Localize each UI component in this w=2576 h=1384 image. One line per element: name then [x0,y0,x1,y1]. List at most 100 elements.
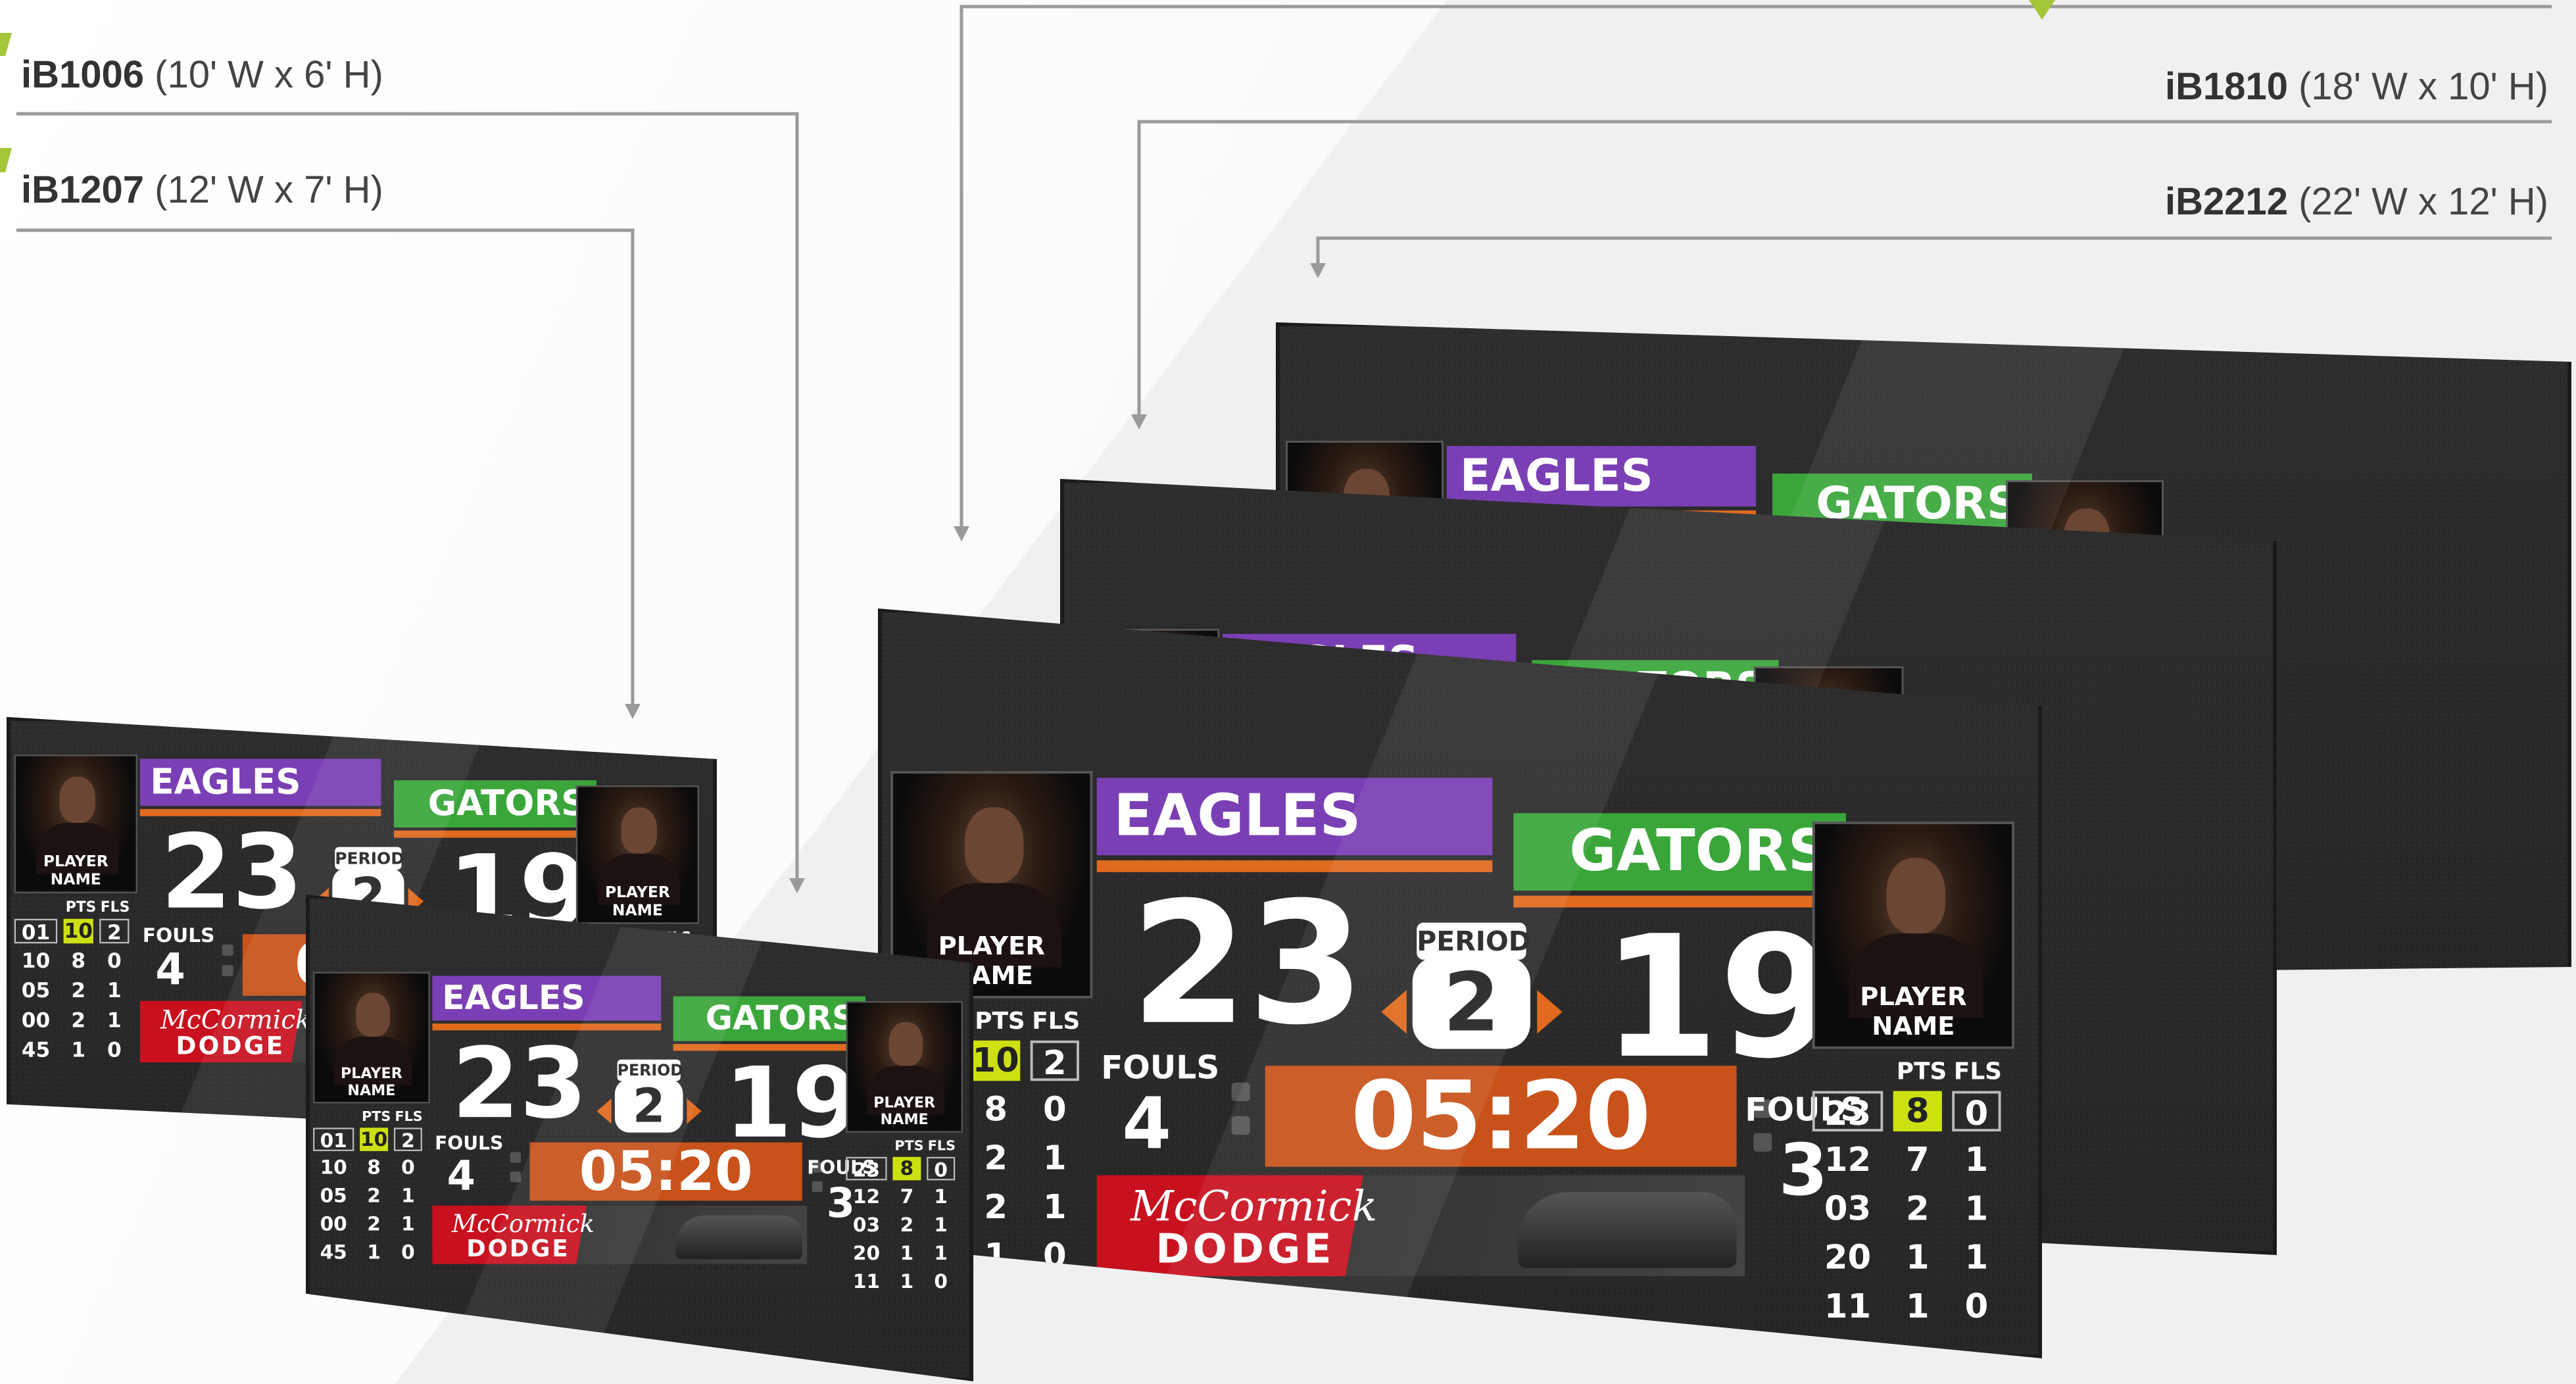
scoreboard-large: PLAYER NAME PTS FLS 01102108005210021451… [878,608,2042,1358]
player-number: 23 [846,1156,887,1181]
player-number: 01 [14,918,58,945]
player-fouls: 0 [1042,1090,1067,1129]
player-points: 1 [1905,1287,1930,1326]
home-fouls-label: FOULS [142,924,215,947]
sponsor-banner: McCormick DODGE [432,1205,808,1264]
scoreboard-layout: PLAYER NAME PTS FLS 01102108005210021451… [306,895,967,1293]
player-fouls: 0 [1964,1287,1989,1326]
stats-row: 45 10 [313,1239,425,1267]
stats-rows: 011021080052100214510 [313,1125,425,1267]
player-points: 7 [900,1185,914,1208]
player-points: 8 [1893,1091,1942,1132]
stats-row: 03 21 [1812,1185,2006,1234]
stats-rows: 011021080052100214510 [14,917,132,1066]
size-label-ib1207: iB1207 (12' W x 7' H) [21,168,383,212]
stats-header: PTS FLS [1812,1057,2006,1087]
fls-label: FLS [395,1108,423,1125]
model-name: iB1006 [21,53,145,96]
check-mark-icon [2029,0,2055,20]
possession-arrow-right-icon [687,1099,702,1124]
scoreboard-layout: PLAYER NAME PTS FLS 01102108005210021451… [878,608,2023,1326]
player-name: PLAYER NAME [604,883,670,920]
player-points: 8 [984,1090,1008,1129]
player-number: 10 [21,949,51,973]
player-fouls: 1 [1042,1139,1067,1178]
player-name: PLAYER NAME [340,1064,402,1099]
stats-header: PTS FLS [846,1137,958,1155]
away-player-photo: PLAYER NAME [575,785,699,924]
player-points: 1 [900,1270,914,1293]
player-fouls: 0 [107,1038,122,1062]
stats-header: PTS FLS [313,1108,425,1126]
player-head [964,807,1024,883]
player-number: 45 [21,1038,51,1062]
player-number: 11 [852,1270,881,1293]
player-points: 1 [367,1241,381,1264]
player-fouls: 1 [1964,1238,1989,1277]
stats-row: 00 21 [313,1210,425,1239]
model-dimensions: (22' W x 12' H) [2298,180,2548,223]
model-name: iB1207 [21,168,145,211]
player-fouls: 0 [401,1156,415,1179]
model-dimensions: (12' W x 7' H) [155,168,383,211]
player-number: 00 [21,1008,51,1033]
sponsor-name: McCormick [1130,1181,1378,1231]
game-clock: 05:20 [1265,1066,1737,1167]
player-number: 23 [1812,1091,1883,1133]
home-player-stats: PTS FLS 011021080052100214510 [14,899,132,1066]
away-score: 19 [1601,900,1837,1097]
player-number: 45 [320,1241,347,1264]
player-fouls: 1 [107,1008,122,1033]
away-player-stats: PTS FLS 23801271032120111110 [1812,1057,2006,1331]
stats-rows: 23801271032120111110 [846,1155,958,1297]
away-team-name: GATORS [393,780,596,828]
period-indicator: PERIOD 2 [1381,922,1563,1058]
home-fouls-value: 4 [155,944,185,995]
stats-row: 2380 [846,1155,958,1183]
away-player-photo: PLAYER NAME [846,1001,963,1133]
stats-row: 05 21 [313,1182,425,1210]
sponsor-brand: DODGE [1155,1225,1335,1273]
player-number: 11 [1824,1287,1872,1326]
player-head [59,776,95,823]
fls-label: FLS [1953,1057,2002,1085]
stats-row: 45 10 [14,1036,132,1066]
stats-rows: 23801271032120111110 [1812,1087,2006,1331]
stats-row: 03 21 [846,1212,958,1240]
player-fouls: 2 [1030,1040,1079,1083]
away-bonus-indicator [812,1181,823,1193]
stats-row: 1110 [1812,1283,2006,1331]
stats-row: 01102 [14,917,132,947]
player-points: 8 [892,1156,921,1181]
stats-row: 12 71 [1812,1137,2006,1185]
period-indicator: PERIOD 2 [596,1059,702,1137]
home-bonus-indicator [222,965,233,977]
player-points: 10 [360,1127,389,1151]
model-dimensions: (18' W x 10' H) [2298,65,2548,108]
player-fouls: 1 [934,1242,948,1265]
player-fouls: 0 [1042,1237,1067,1275]
model-name: iB2212 [2164,180,2288,223]
player-fouls: 0 [401,1241,415,1264]
player-points: 7 [1905,1141,1930,1179]
period-value: 2 [1412,956,1530,1049]
player-head [621,807,658,854]
player-name: PLAYER NAME [1860,982,1967,1042]
player-points: 1 [984,1237,1008,1275]
player-points: 2 [367,1184,381,1208]
player-points: 2 [71,979,86,1002]
check-mark-icon [0,148,12,172]
player-points: 2 [984,1187,1008,1227]
pts-label: PTS [894,1137,924,1154]
player-number: 05 [21,979,51,1002]
player-points: 8 [367,1156,381,1179]
player-number: 12 [852,1185,881,1208]
pts-label: PTS [1896,1057,1947,1085]
player-number: 00 [320,1212,347,1235]
player-number: 10 [320,1156,347,1179]
home-team-name: EAGLES [432,976,662,1021]
sponsor-name: McCormick [452,1209,595,1238]
car-image [675,1215,802,1260]
stats-row: 1110 [846,1268,958,1297]
player-points: 1 [1905,1238,1930,1277]
